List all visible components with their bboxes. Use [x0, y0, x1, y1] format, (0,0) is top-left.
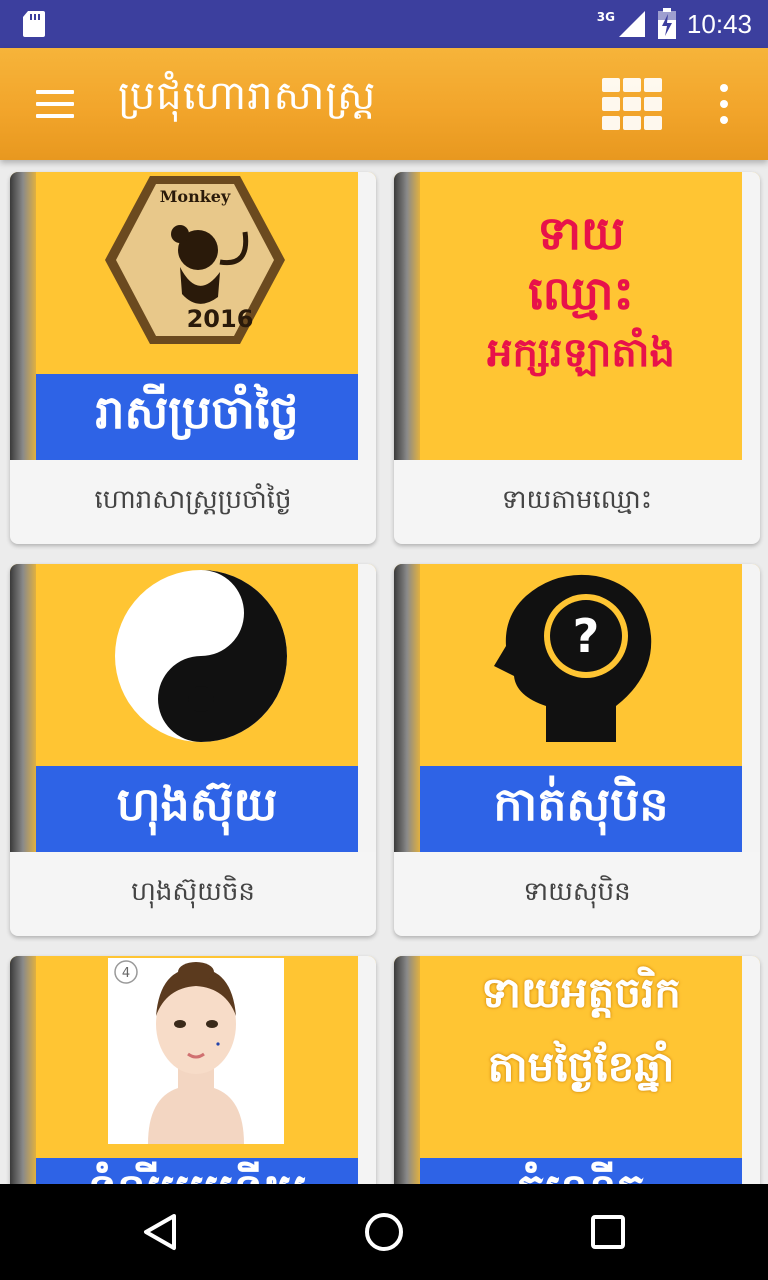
card-face-moles[interactable]: 4 ទំលីរររររទីយ [10, 956, 376, 1184]
badge-number: 4 [122, 966, 130, 981]
grid-view-icon[interactable] [598, 76, 664, 132]
card-thumbnail: ទាយ ឈ្មោះ អក្សរឡាតាំង [394, 172, 760, 460]
card-thumbnail: ? កាត់សុបិន [394, 564, 760, 852]
more-options-icon[interactable] [702, 76, 746, 132]
card-caption: ទាយតាមឈ្មោះ [501, 485, 653, 515]
card-character-by-birthdate[interactable]: ទាយអត្តចរិក តាមថ្ងៃខែឆ្នាំ កំណើត [394, 956, 760, 1184]
category-grid: Monkey 2016 រាសីប្រចាំថ្ងៃ ហោរាសាស្រ្តប្… [0, 160, 768, 1184]
monkey-zodiac-icon: Monkey 2016 [105, 176, 285, 344]
card-banner: កំណើត [420, 1158, 742, 1184]
thumb-line: ទាយអត្តចរិក [481, 968, 681, 1017]
status-bar: 3G 10:43 [0, 0, 768, 48]
thumb-line: ឈ្មោះ [528, 266, 634, 320]
card-caption: ហុងស៊ុយចិន [131, 877, 255, 907]
card-banner: រាសីប្រចាំថ្ងៃ [36, 374, 358, 460]
question-mark: ? [573, 609, 600, 663]
app-toolbar: ប្រជុំហោរាសាស្រ្ត [0, 48, 768, 160]
badge-year-text: 2016 [187, 305, 254, 333]
card-caption: ទាយសុបិន [523, 877, 631, 907]
thumb-line: អក្សរឡាតាំង [487, 330, 675, 376]
battery-icon [657, 8, 676, 39]
thumb-line: តាមថ្ងៃខែឆ្នាំ [487, 1042, 675, 1091]
card-banner: ហុងស៊ុយ [36, 766, 358, 852]
thumb-line: ទាយ [537, 206, 625, 260]
card-thumbnail: ហុងស៊ុយ [10, 564, 376, 852]
sd-card-icon [23, 11, 45, 37]
head-question-icon: ? [494, 574, 652, 742]
page-title: ប្រជុំហោរាសាស្រ្ត [118, 73, 377, 119]
card-banner: កាត់សុបិន [420, 766, 742, 852]
recents-icon[interactable] [584, 1208, 632, 1256]
card-name-fortune[interactable]: ទាយ ឈ្មោះ អក្សរឡាតាំង ទាយតាមឈ្មោះ [394, 172, 760, 544]
face-illustration: 4 [108, 958, 284, 1144]
card-caption: ហោរាសាស្រ្តប្រចាំថ្ងៃ [94, 485, 292, 515]
network-type-label: 3G [596, 10, 615, 24]
back-icon[interactable] [136, 1208, 184, 1256]
card-daily-horoscope[interactable]: Monkey 2016 រាសីប្រចាំថ្ងៃ ហោរាសាស្រ្តប្… [10, 172, 376, 544]
menu-icon[interactable] [28, 76, 84, 132]
card-thumbnail: 4 ទំលីរររររទីយ [10, 956, 376, 1184]
badge-top-text: Monkey [160, 187, 231, 206]
face-icon: 4 [114, 960, 244, 1144]
clock: 10:43 [686, 8, 752, 39]
signal-icon [618, 11, 645, 37]
card-dream-reading[interactable]: ? កាត់សុបិន ទាយសុបិន [394, 564, 760, 936]
card-thumbnail: ទាយអត្តចរិក តាមថ្ងៃខែឆ្នាំ កំណើត [394, 956, 760, 1184]
home-icon[interactable] [360, 1208, 408, 1256]
card-thumbnail: Monkey 2016 រាសីប្រចាំថ្ងៃ [10, 172, 376, 460]
system-nav-bar [0, 1184, 768, 1280]
yin-yang-icon [115, 570, 287, 742]
card-feng-shui[interactable]: ហុងស៊ុយ ហុងស៊ុយចិន [10, 564, 376, 936]
card-banner: ទំលីរររររទីយ [36, 1158, 358, 1184]
